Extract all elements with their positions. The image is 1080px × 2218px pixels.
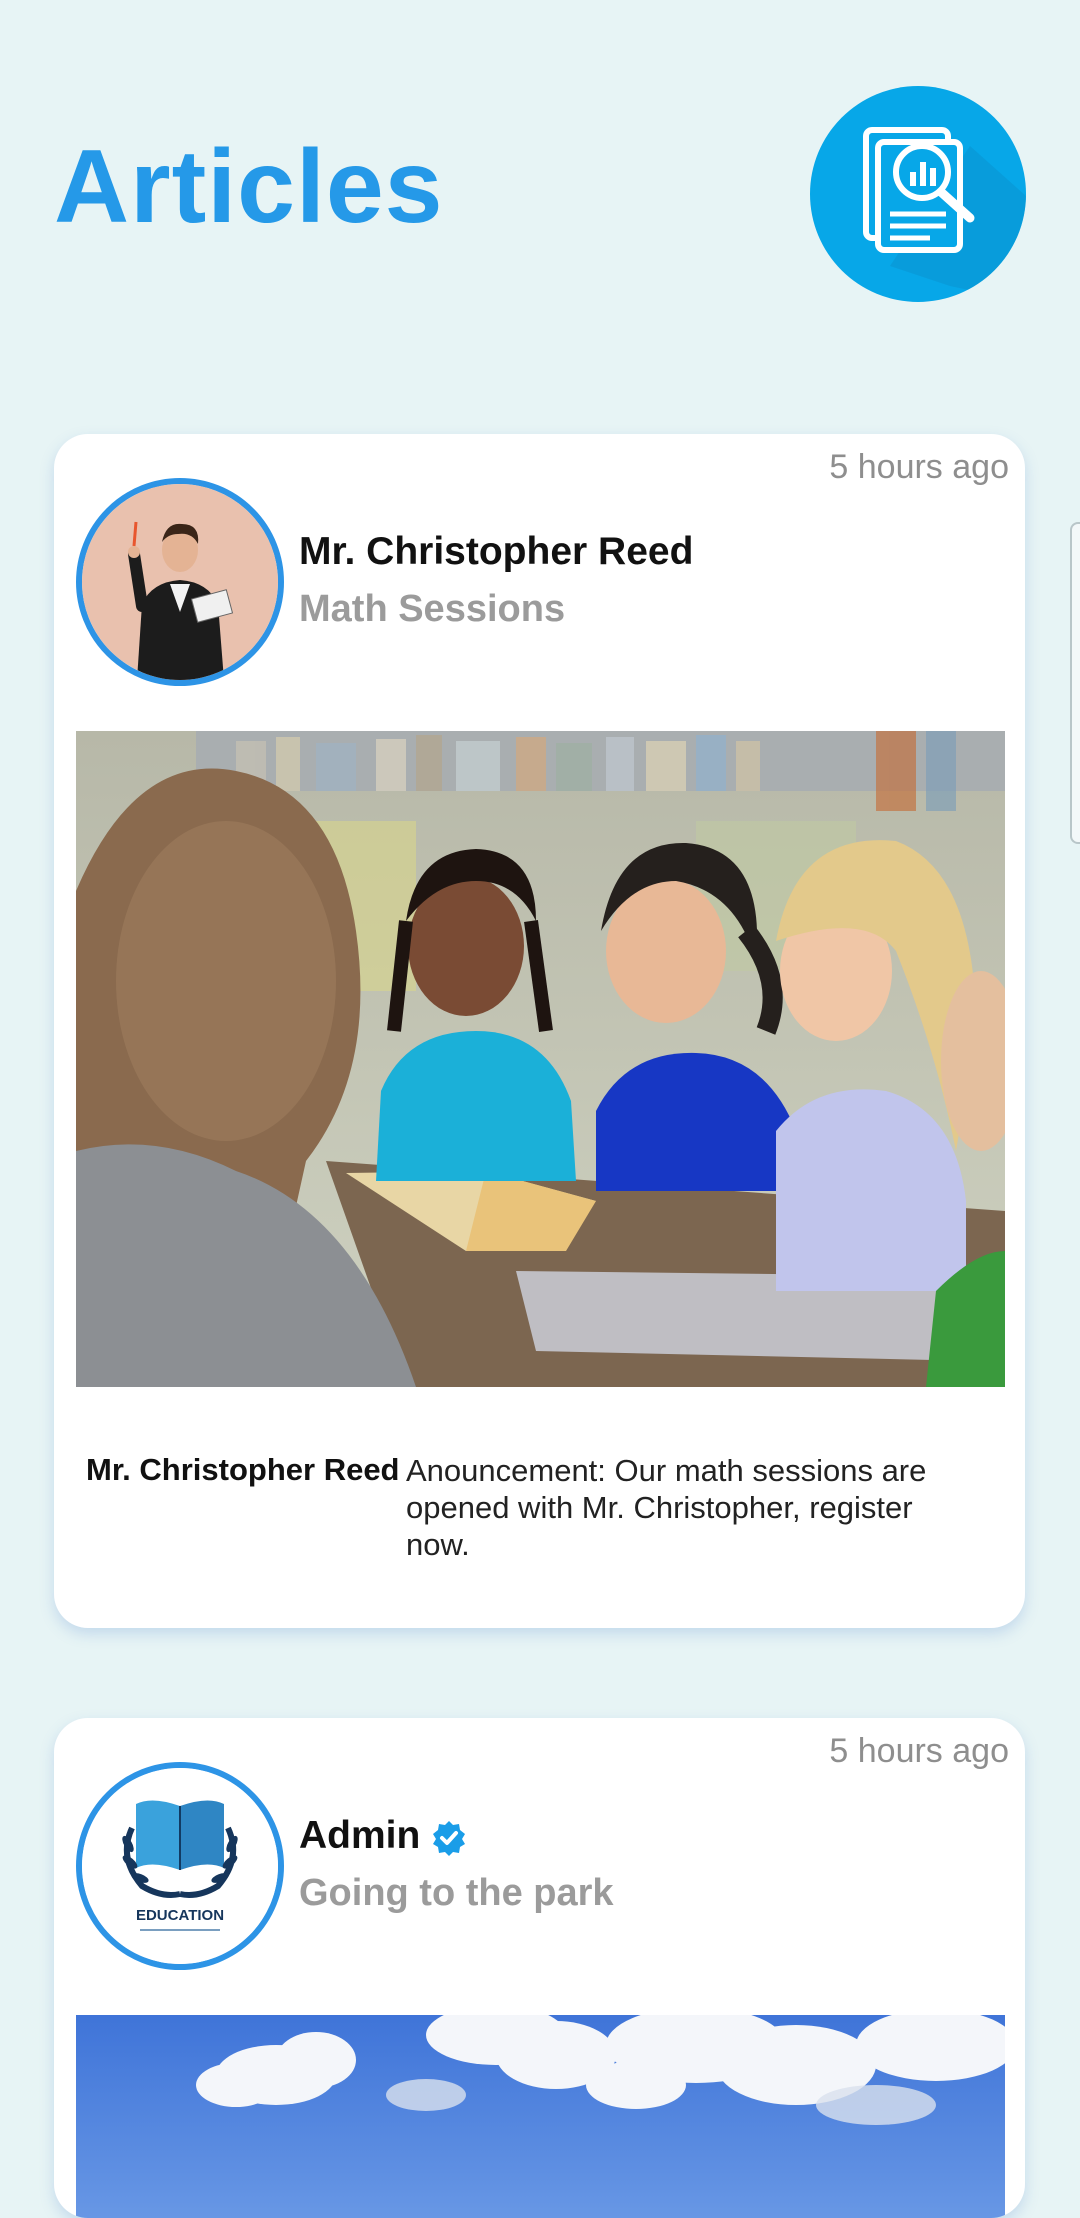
timestamp: 5 hours ago	[829, 1732, 1009, 1770]
author-name[interactable]: Admin	[299, 1814, 468, 1858]
verified-check-icon	[430, 1819, 468, 1857]
scroll-handle[interactable]	[1070, 522, 1080, 844]
document-search-chart-icon[interactable]	[810, 86, 1026, 302]
logo-text: EDUCATION	[136, 1907, 224, 1924]
avatar[interactable]: EDUCATION	[76, 1762, 284, 1970]
article-subtitle: Going to the park	[299, 1872, 614, 1914]
page-title: Articles	[54, 129, 444, 245]
caption-text: Anouncement: Our math sessions are opene…	[406, 1453, 927, 1562]
avatar[interactable]	[76, 478, 284, 686]
timestamp: 5 hours ago	[829, 448, 1009, 486]
blue-sky-clouds-photo[interactable]	[76, 2015, 1005, 2218]
author-name-label: Admin	[299, 1814, 421, 1857]
header: Articles	[0, 0, 1080, 380]
article-card[interactable]: 5 hours ago Mr. Christopher Reed Math Se…	[54, 434, 1025, 1628]
caption-author: Mr. Christopher Reed	[86, 1452, 400, 1487]
article-card[interactable]: 5 hours ago EDUCATION Admin Going to the…	[54, 1718, 1025, 2218]
author-name[interactable]: Mr. Christopher Reed	[299, 530, 693, 574]
article-subtitle: Math Sessions	[299, 588, 566, 630]
children-reading-in-library-photo[interactable]	[76, 731, 1005, 1387]
